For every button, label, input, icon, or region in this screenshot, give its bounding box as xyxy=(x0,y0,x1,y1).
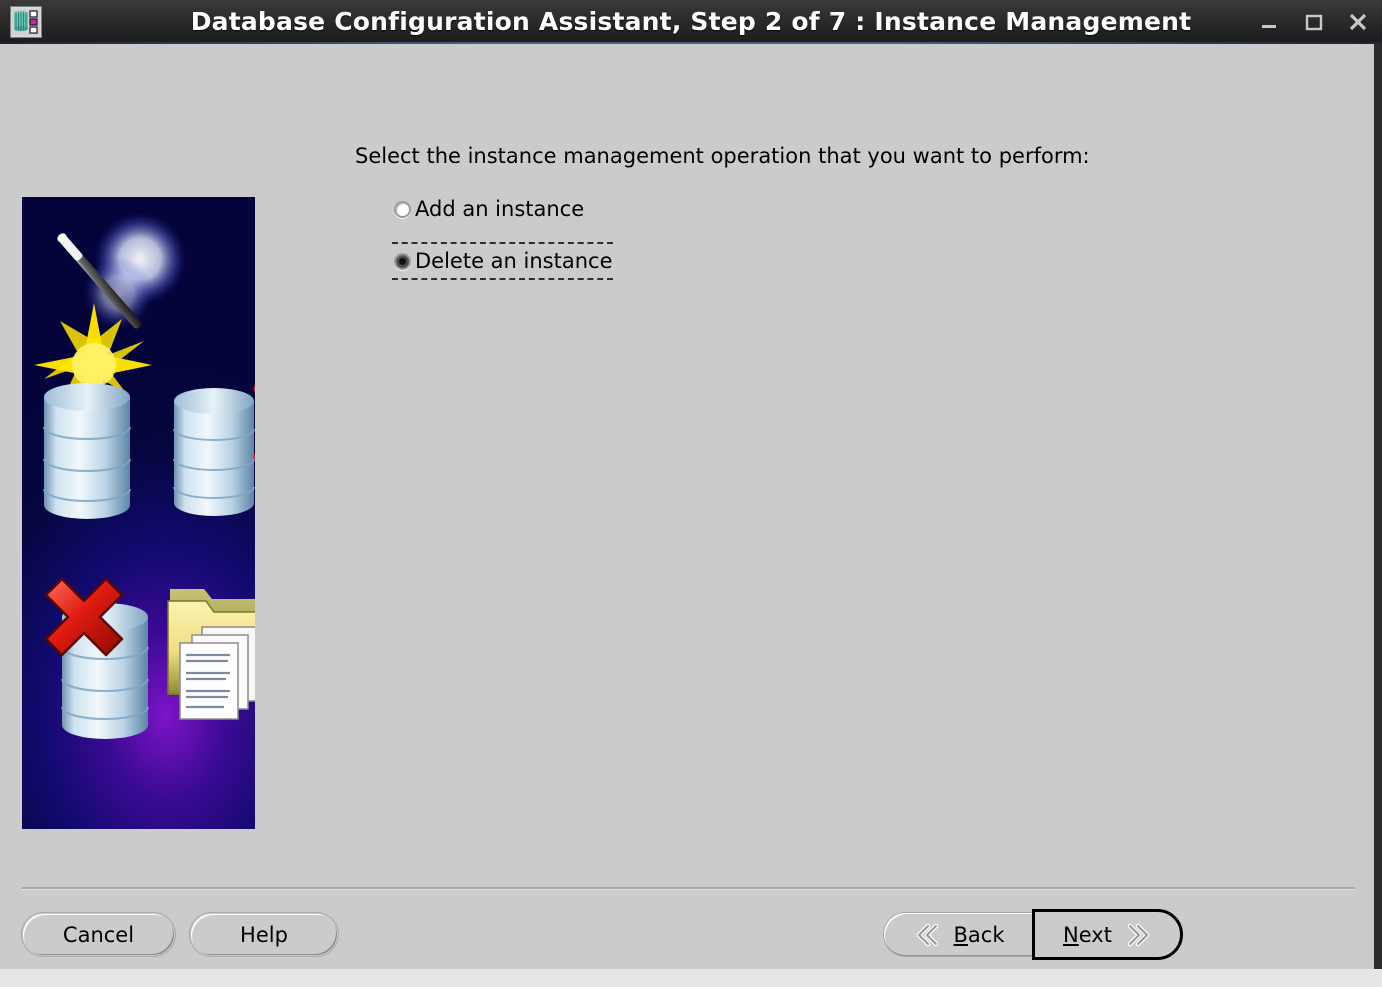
cancel-button-label: Cancel xyxy=(62,922,135,947)
navigation-button-pair: Back Next xyxy=(884,909,1183,960)
instance-operation-radio-group: Add an instance Delete an instance xyxy=(392,192,613,280)
next-rest: ext xyxy=(1078,922,1112,947)
window-right-border xyxy=(1374,44,1382,969)
next-button[interactable]: Next xyxy=(1032,909,1183,960)
cancel-button[interactable]: Cancel xyxy=(22,913,175,956)
dialog-client-area: Select the instance management operation… xyxy=(0,44,1374,969)
minimize-icon[interactable] xyxy=(1258,10,1282,34)
page-instruction: Select the instance management operation… xyxy=(355,144,1090,168)
database-cylinder-left xyxy=(43,383,131,519)
back-rest: ack xyxy=(967,922,1005,947)
application-window: Database Configuration Assistant, Step 2… xyxy=(0,0,1382,987)
radio-unselected-icon xyxy=(394,200,411,218)
chevron-right-double-icon xyxy=(1127,923,1150,946)
maximize-icon[interactable] xyxy=(1302,10,1326,34)
back-button-label: Back xyxy=(954,923,1005,947)
radio-delete-instance-label: Delete an instance xyxy=(415,248,613,273)
help-button[interactable]: Help xyxy=(190,913,338,956)
help-button-label: Help xyxy=(240,922,288,947)
window-title: Database Configuration Assistant, Step 2… xyxy=(190,7,1192,36)
footer-button-bar: Cancel Help Back Next xyxy=(0,907,1374,969)
title-bar[interactable]: Database Configuration Assistant, Step 2… xyxy=(0,0,1382,44)
wizard-banner-artwork xyxy=(34,213,255,739)
window-bottom-border xyxy=(0,969,1382,987)
window-controls xyxy=(1258,0,1370,44)
next-button-label: Next xyxy=(1063,923,1112,947)
radio-delete-instance[interactable]: Delete an instance xyxy=(392,242,613,280)
footer-separator xyxy=(22,887,1355,889)
radio-add-instance[interactable]: Add an instance xyxy=(392,192,613,226)
radio-add-instance-label: Add an instance xyxy=(415,196,585,221)
back-button[interactable]: Back xyxy=(884,913,1034,956)
radio-selected-icon xyxy=(394,252,411,270)
chevron-left-double-icon xyxy=(916,923,938,946)
next-mnemonic: N xyxy=(1063,922,1079,947)
close-icon[interactable] xyxy=(1346,10,1370,34)
folder-with-documents xyxy=(167,589,255,720)
database-cylinder-right xyxy=(173,388,255,516)
back-mnemonic: B xyxy=(953,922,968,947)
wizard-banner-image xyxy=(22,197,255,829)
